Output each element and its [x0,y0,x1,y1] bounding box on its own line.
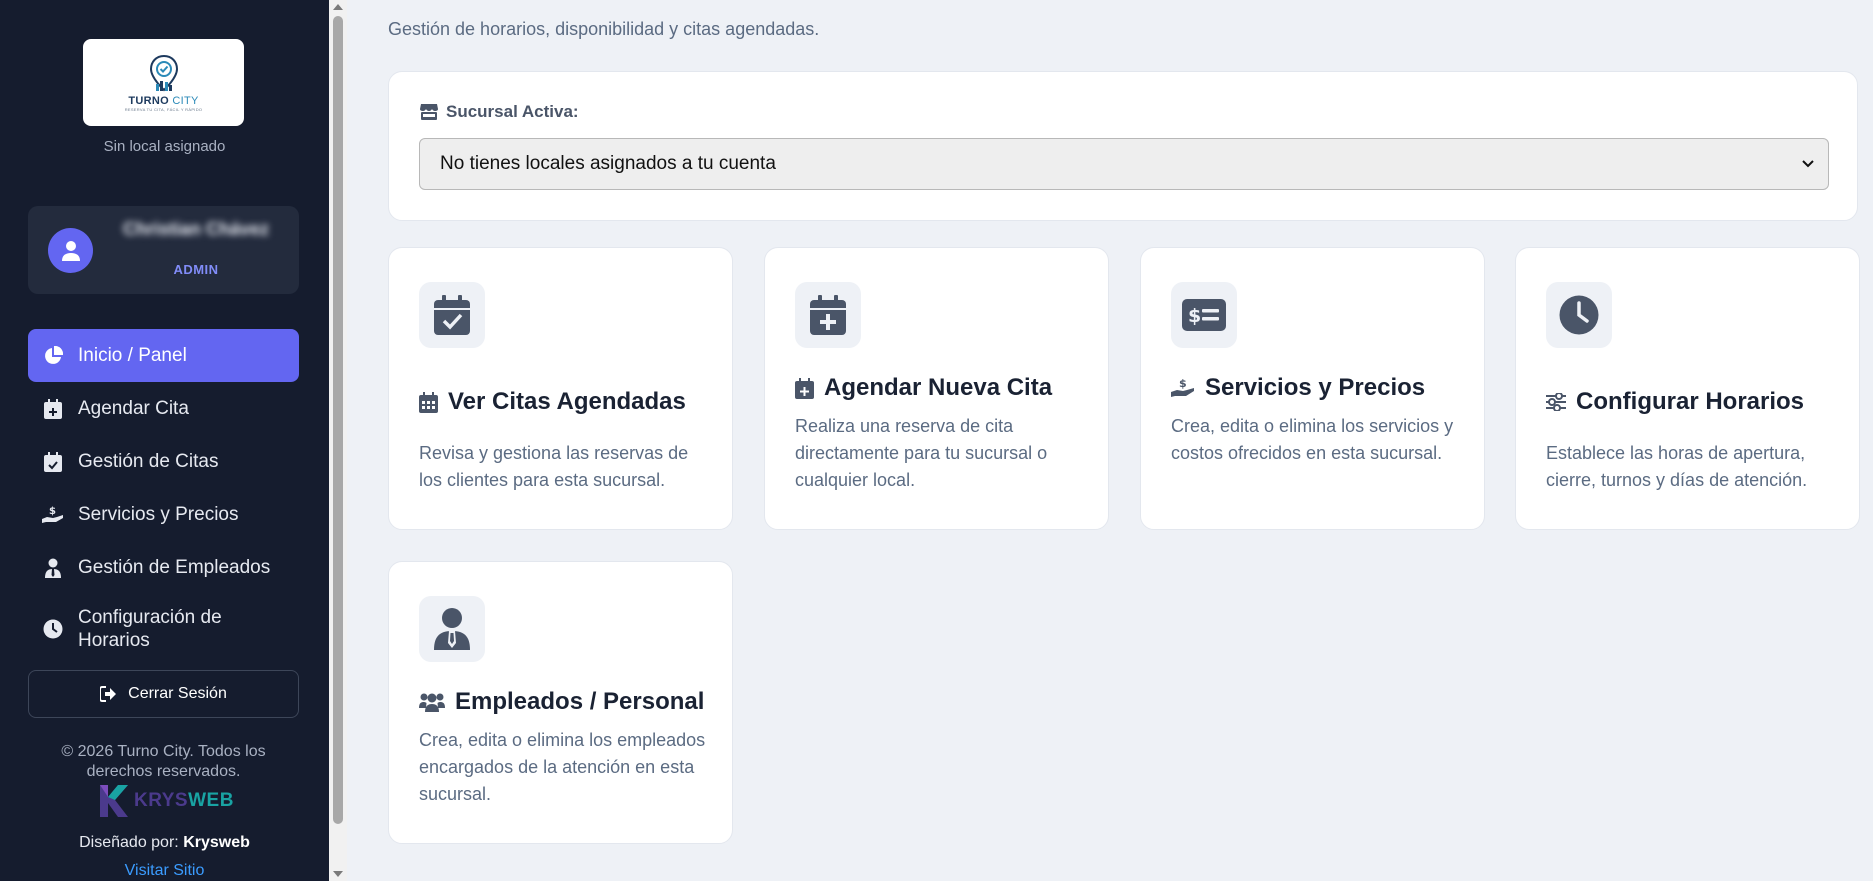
sidebar-item-agendar-cita[interactable]: Agendar Cita [28,382,299,435]
clock-icon [42,618,64,640]
sidebar-item-inicio[interactable]: Inicio / Panel [28,329,299,382]
calendar-plus-icon [795,377,814,399]
sidebar-item-gestion-citas[interactable]: Gestión de Citas [28,435,299,488]
sidebar-item-label: Inicio / Panel [78,344,187,366]
calendar-plus-icon [795,282,861,348]
sidebar-item-label: Gestión de Citas [78,450,219,472]
card-configurar-horarios[interactable]: Configurar Horarios Establece las horas … [1515,247,1860,530]
card-title: Agendar Nueva Cita [795,374,1052,402]
sidebar-item-empleados[interactable]: Gestión de Empleados [28,541,299,594]
location-pin-icon [149,54,178,91]
card-title: Configurar Horarios [1546,388,1804,416]
user-name: Christian Chávez [122,219,270,239]
branch-selector-card: Sucursal Activa: No tienes locales asign… [388,71,1858,221]
sidebar-item-horarios[interactable]: Configuración de Horarios [28,594,299,664]
scroll-thumb[interactable] [333,16,343,824]
sidebar-item-label: Agendar Cita [78,397,189,419]
svg-text:$: $ [1179,377,1187,390]
sign-out-icon [100,686,117,702]
scroll-down-arrow-icon[interactable] [333,871,343,877]
branch-select-value: No tienes locales asignados a tu cuenta [440,153,776,174]
user-tie-icon [419,596,485,662]
calendar-days-icon [419,391,438,413]
user-icon [61,240,80,261]
calendar-check-icon [419,282,485,348]
card-agendar-cita[interactable]: Agendar Nueva Cita Realiza una reserva d… [764,247,1109,530]
sidebar: TURNO CITY RESERVA TU CITA, FÁCIL Y RÁPI… [0,0,329,881]
krysweb-logo: KRYSWEB [96,783,234,819]
branch-label-text: Sucursal Activa: [446,102,579,121]
card-description: Revisa y gestiona las reservas de los cl… [419,443,689,490]
store-icon [420,104,438,120]
logout-button[interactable]: Cerrar Sesión [28,670,299,718]
card-description: Crea, edita o elimina los empleados enca… [419,730,706,804]
visit-site-link[interactable]: Visitar Sitio [0,862,329,880]
user-card: Christian Chávez ADMIN [28,206,299,294]
calendar-plus-icon [42,398,64,420]
logo-wordmark: TURNO CITY [128,94,199,107]
copyright-text: © 2026 Turno City. Todos los derechos re… [61,743,266,780]
svg-text:$: $ [1188,305,1201,327]
krysweb-emblem-icon [100,785,128,817]
branch-label: Sucursal Activa: [420,102,579,122]
card-description: Realiza una reserva de cita directamente… [795,416,1048,490]
sliders-icon [1546,393,1566,411]
branch-select[interactable]: No tienes locales asignados a tu cuenta [419,138,1829,190]
clock-icon [1546,282,1612,348]
user-role-badge: ADMIN [173,262,219,277]
users-icon [419,692,445,712]
sidebar-item-label: Configuración de Horarios [78,607,222,651]
hand-holding-dollar-icon: $ [42,504,64,526]
sidebar-item-label: Gestión de Empleados [78,556,271,578]
card-description: Establece las horas de apertura, cierre,… [1546,443,1808,490]
page-subtitle: Gestión de horarios, disponibilidad y ci… [388,19,820,39]
card-empleados[interactable]: Empleados / Personal Crea, edita o elimi… [388,561,733,844]
money-check-dollar-icon: $ [1171,282,1237,348]
no-local-text: Sin local asignado [103,138,226,155]
user-tie-icon [42,557,64,579]
svg-text:$: $ [49,506,56,517]
sidebar-item-label: Servicios y Precios [78,503,239,525]
sidebar-item-servicios[interactable]: $ Servicios y Precios [28,488,299,541]
logout-label: Cerrar Sesión [128,685,227,702]
chevron-down-icon [1802,160,1814,168]
card-title: Empleados / Personal [419,688,704,716]
card-description: Crea, edita o elimina los servicios y co… [1171,416,1454,463]
chart-pie-icon [42,345,64,367]
card-title: $ Servicios y Precios [1171,374,1425,402]
sidebar-scrollbar[interactable] [329,0,347,881]
scroll-up-arrow-icon[interactable] [333,4,343,10]
krysweb-wordmark: KRYSWEB [134,790,234,811]
card-title: Ver Citas Agendadas [419,388,686,416]
avatar [48,228,93,273]
card-servicios-precios[interactable]: $ $ Servicios y Precios Crea, edita o el… [1140,247,1485,530]
calendar-check-icon [42,451,64,473]
designed-by: Diseñado por: Krysweb [79,834,250,851]
turno-city-logo[interactable]: TURNO CITY RESERVA TU CITA, FÁCIL Y RÁPI… [83,39,244,126]
hand-holding-dollar-icon: $ [1171,377,1195,399]
card-ver-citas[interactable]: Ver Citas Agendadas Revisa y gestiona la… [388,247,733,530]
logo-tagline: RESERVA TU CITA, FÁCIL Y RÁPIDO [124,106,203,112]
